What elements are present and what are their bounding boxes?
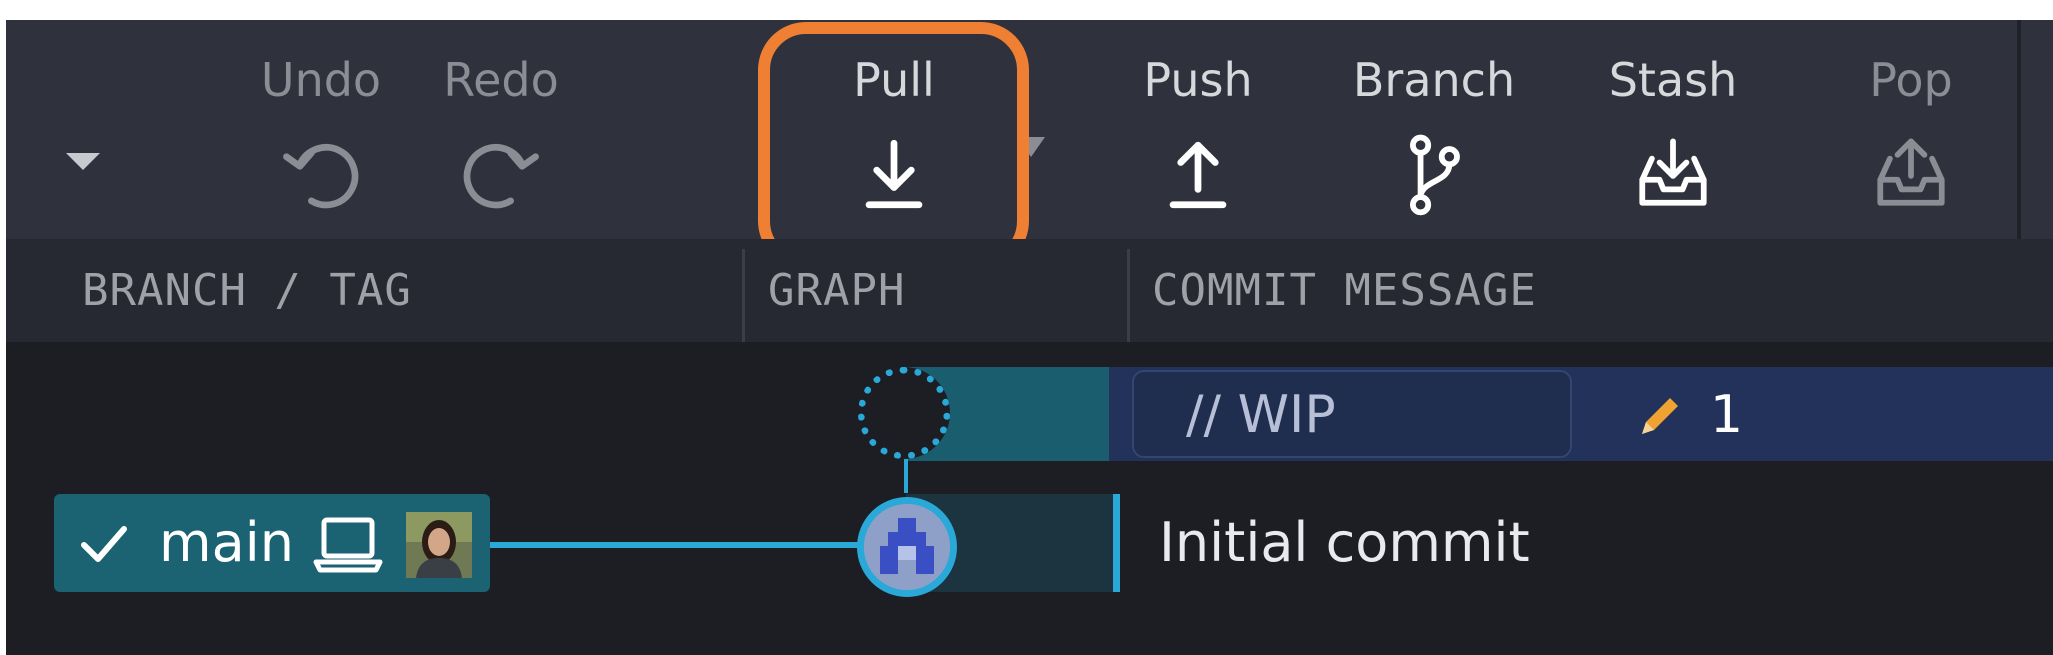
branch-icon	[1384, 124, 1484, 224]
redo-button[interactable]: Redo	[411, 20, 591, 239]
graph-column-title[interactable]: GRAPH	[768, 239, 905, 342]
pop-button[interactable]: Pop	[1821, 20, 2001, 239]
pencil-icon	[1642, 398, 1678, 434]
redo-icon	[451, 124, 551, 224]
push-label: Push	[1143, 53, 1253, 107]
branch-name: main	[159, 511, 294, 574]
redo-label: Redo	[443, 53, 559, 107]
author-avatar	[406, 512, 472, 578]
column-header: BRANCH / TAG GRAPH COMMIT MESSAGE	[6, 239, 2053, 342]
commit-row-marker	[1113, 494, 1120, 592]
commit-message[interactable]: Initial commit	[1159, 495, 1530, 591]
stash-button[interactable]: Stash	[1583, 20, 1763, 239]
branch-tag-column-title[interactable]: BRANCH / TAG	[82, 239, 412, 342]
branch-label: Branch	[1352, 53, 1516, 107]
gitkraken-window: Undo Redo Pull Push Branch Stash Pop BRA…	[6, 20, 2053, 655]
commit-message-column-title[interactable]: COMMIT MESSAGE	[1152, 239, 1537, 342]
undo-button[interactable]: Undo	[231, 20, 411, 239]
wip-message: // WIP	[1186, 385, 1336, 445]
commit-node-avatar[interactable]	[857, 497, 957, 597]
branch-graph-line	[486, 542, 866, 548]
branch-button[interactable]: Branch	[1344, 20, 1524, 239]
stash-label: Stash	[1608, 53, 1738, 107]
laptop-icon	[313, 517, 383, 573]
toolbar-divider	[2017, 20, 2021, 239]
pop-icon	[1861, 124, 1961, 224]
stash-icon	[1623, 124, 1723, 224]
undo-label: Undo	[260, 53, 382, 107]
changed-files-count: 1	[1710, 385, 1744, 445]
wip-node[interactable]	[858, 367, 950, 459]
column-resize-handle[interactable]	[1127, 249, 1130, 342]
graph-connector-line	[904, 459, 908, 493]
repo-dropdown-arrow-icon[interactable]	[66, 153, 100, 170]
column-resize-handle[interactable]	[742, 249, 745, 342]
push-button[interactable]: Push	[1108, 20, 1288, 239]
undo-icon	[271, 124, 371, 224]
checkmark-icon	[81, 526, 127, 562]
pop-label: Pop	[1869, 53, 1953, 107]
push-icon	[1148, 124, 1248, 224]
toolbar: Undo Redo Pull Push Branch Stash Pop	[6, 20, 2053, 239]
pull-button-highlight	[758, 22, 1029, 269]
